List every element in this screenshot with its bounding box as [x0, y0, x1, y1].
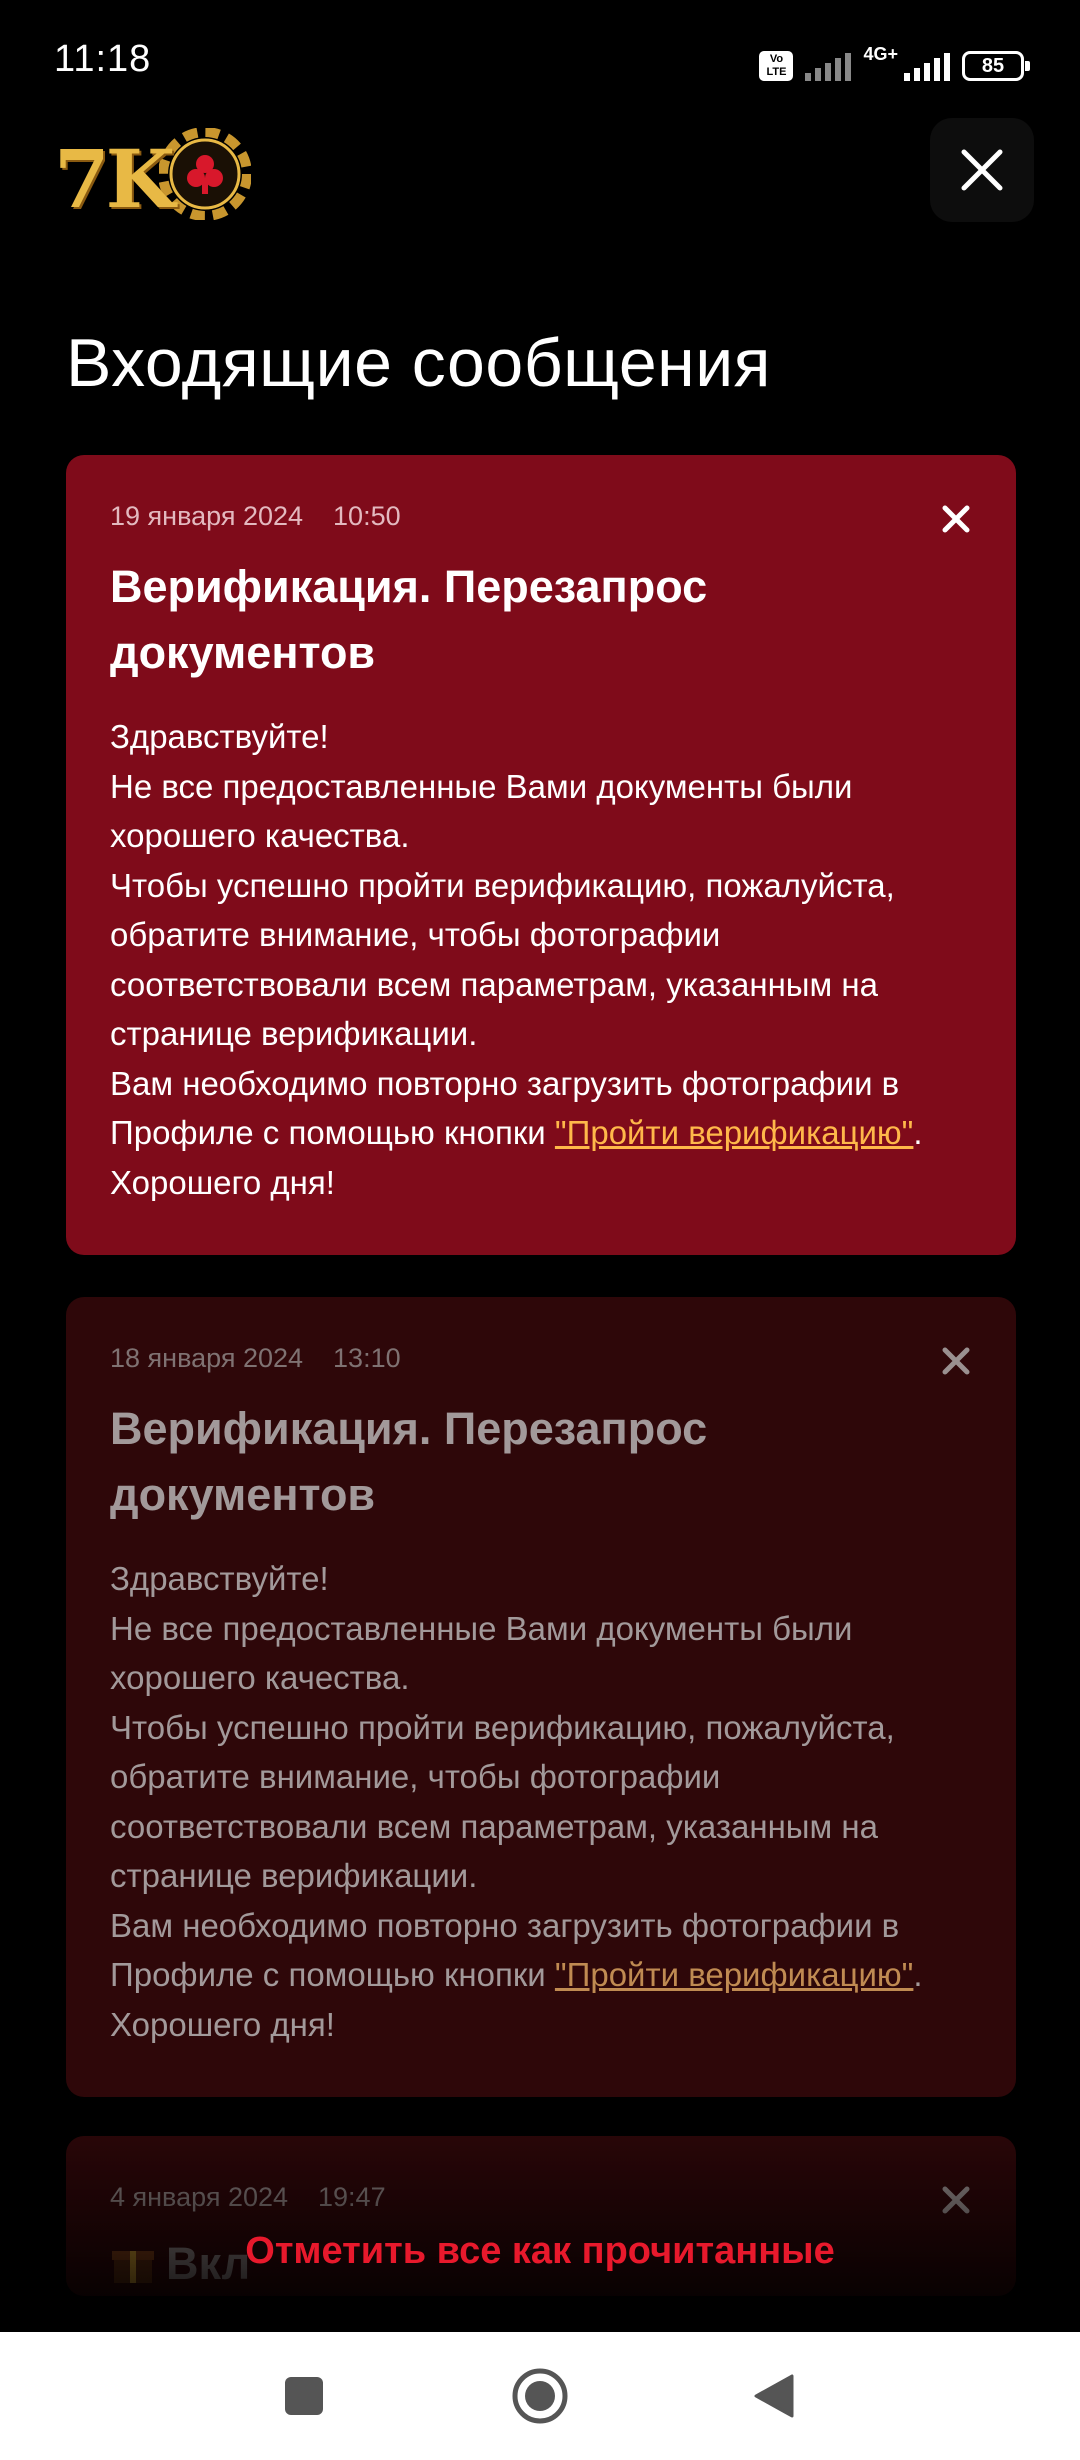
square-nav-icon	[285, 2377, 323, 2415]
circle-nav-icon	[512, 2368, 568, 2424]
message-meta: 18 января 2024 13:10	[110, 1343, 972, 1374]
delete-message-button[interactable]	[936, 499, 976, 539]
message-date: 18 января 2024	[110, 1343, 304, 1373]
close-button[interactable]	[930, 118, 1034, 222]
message-time: 13:10	[333, 1343, 401, 1373]
close-icon	[961, 149, 1003, 191]
system-nav-bar	[0, 2332, 1080, 2460]
mark-all-read-button[interactable]: Отметить все как прочитанные	[0, 2230, 1080, 2273]
delete-message-button[interactable]	[936, 2180, 976, 2220]
message-card[interactable]: 18 января 2024 13:10 Верификация. Переза…	[66, 1297, 1016, 2097]
message-text: Здравствуйте! Не все предоставленные Вам…	[110, 718, 900, 1151]
network-type: 4G+	[863, 43, 898, 64]
delete-message-button[interactable]	[936, 1341, 976, 1381]
message-title: Верификация. Перезапрос документов	[110, 1403, 708, 1520]
signal-icon-sim2	[904, 51, 950, 81]
status-icons: Vo LTE 4G+ 85	[759, 43, 1030, 86]
volte-icon: Vo LTE	[759, 51, 794, 81]
back-triangle-icon	[754, 2374, 794, 2418]
message-card[interactable]: 19 января 2024 10:50 Верификация. Переза…	[66, 455, 1016, 1255]
poker-chip-icon	[159, 128, 251, 220]
page-title: Входящие сообщения	[66, 325, 772, 401]
battery-icon: 85	[962, 51, 1030, 81]
message-body: Здравствуйте! Не все предоставленные Вам…	[110, 712, 972, 1207]
message-meta: 19 января 2024 10:50	[110, 501, 972, 532]
message-time: 10:50	[333, 501, 401, 531]
verification-link[interactable]: "Пройти верификацию"	[555, 1114, 914, 1151]
message-date: 4 января 2024	[110, 2182, 289, 2212]
verification-link[interactable]: "Пройти верификацию"	[555, 1956, 914, 1993]
message-title: Верификация. Перезапрос документов	[110, 561, 708, 678]
message-body: Здравствуйте! Не все предоставленные Вам…	[110, 1554, 972, 2049]
close-icon	[942, 505, 970, 533]
home-button[interactable]	[504, 2360, 576, 2432]
close-icon	[942, 2186, 970, 2214]
signal-icon-sim1	[805, 51, 852, 81]
message-meta: 4 января 2024 19:47	[110, 2182, 972, 2213]
message-text: Здравствуйте! Не все предоставленные Вам…	[110, 1560, 900, 1993]
message-time: 19:47	[318, 2182, 386, 2212]
message-date: 19 января 2024	[110, 501, 304, 531]
status-time: 11:18	[54, 38, 152, 80]
logo-text: 7K	[54, 132, 175, 226]
brand-logo[interactable]: 7K	[54, 112, 251, 236]
close-icon	[942, 1347, 970, 1375]
back-button[interactable]	[738, 2360, 810, 2432]
recents-button[interactable]	[268, 2360, 340, 2432]
app-header: 7K	[0, 100, 1080, 250]
